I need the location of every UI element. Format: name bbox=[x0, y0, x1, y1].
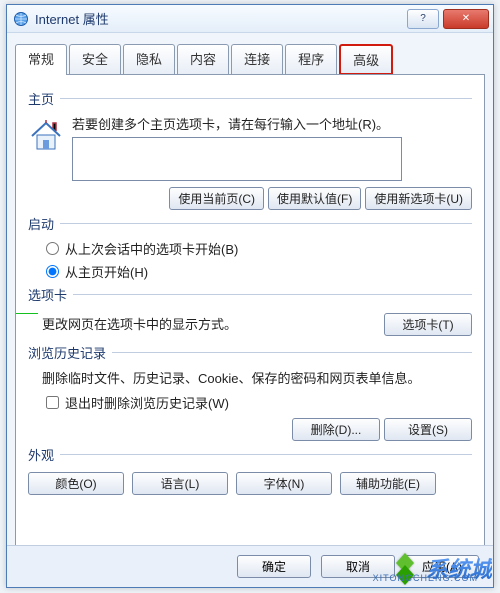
home-icon bbox=[28, 118, 64, 154]
use-newtab-button[interactable]: 使用新选项卡(U) bbox=[365, 187, 472, 210]
tab-connections[interactable]: 连接 bbox=[231, 44, 283, 75]
window-title: Internet 属性 bbox=[35, 9, 407, 28]
radio-last-session-label: 从上次会话中的选项卡开始(B) bbox=[65, 239, 238, 258]
tab-general[interactable]: 常规 bbox=[15, 44, 67, 75]
tabs-description: 更改网页在选项卡中的显示方式。 bbox=[42, 314, 384, 333]
tab-security[interactable]: 安全 bbox=[69, 44, 121, 75]
tab-panel-general: 主页 若要创建多个主页选项卡，请在每行输入一个地址(R)。 使用当前页(C) 使… bbox=[15, 74, 485, 560]
tab-programs[interactable]: 程序 bbox=[285, 44, 337, 75]
tab-strip: 常规 安全 隐私 内容 连接 程序 高级 bbox=[15, 43, 485, 74]
check-delete-on-exit-label: 退出时删除浏览历史记录(W) bbox=[65, 393, 229, 412]
dialog-window: Internet 属性 ? ✕ 常规 安全 隐私 内容 连接 程序 高级 主页 … bbox=[6, 4, 494, 588]
dialog-footer: 确定 取消 应用(A) bbox=[7, 545, 493, 587]
internet-options-icon bbox=[13, 11, 29, 27]
languages-button[interactable]: 语言(L) bbox=[132, 472, 228, 495]
divider bbox=[60, 223, 472, 224]
tab-privacy[interactable]: 隐私 bbox=[123, 44, 175, 75]
use-default-button[interactable]: 使用默认值(F) bbox=[268, 187, 361, 210]
group-appearance: 外观 bbox=[28, 445, 54, 464]
group-history: 浏览历史记录 bbox=[28, 343, 106, 362]
radio-home-page-label: 从主页开始(H) bbox=[65, 262, 148, 281]
history-description: 删除临时文件、历史记录、Cookie、保存的密码和网页表单信息。 bbox=[42, 368, 472, 387]
tab-content[interactable]: 内容 bbox=[177, 44, 229, 75]
group-tabs: 选项卡 bbox=[28, 285, 67, 304]
ok-button[interactable]: 确定 bbox=[237, 555, 311, 578]
colors-button[interactable]: 颜色(O) bbox=[28, 472, 124, 495]
divider bbox=[73, 294, 472, 295]
group-startup: 启动 bbox=[28, 214, 54, 233]
radio-last-session[interactable]: 从上次会话中的选项卡开始(B) bbox=[46, 239, 472, 258]
tab-advanced[interactable]: 高级 bbox=[339, 44, 393, 75]
apply-button[interactable]: 应用(A) bbox=[405, 555, 479, 578]
fonts-button[interactable]: 字体(N) bbox=[236, 472, 332, 495]
tabs-button[interactable]: 选项卡(T) bbox=[384, 313, 472, 336]
delete-button[interactable]: 删除(D)... bbox=[292, 418, 380, 441]
home-url-textarea[interactable] bbox=[72, 137, 402, 181]
divider bbox=[112, 352, 472, 353]
settings-button[interactable]: 设置(S) bbox=[384, 418, 472, 441]
cancel-button[interactable]: 取消 bbox=[321, 555, 395, 578]
divider bbox=[60, 454, 472, 455]
divider bbox=[60, 98, 472, 99]
titlebar: Internet 属性 ? ✕ bbox=[7, 5, 493, 33]
check-delete-on-exit[interactable]: 退出时删除浏览历史记录(W) bbox=[46, 393, 472, 412]
use-current-button[interactable]: 使用当前页(C) bbox=[169, 187, 264, 210]
close-button[interactable]: ✕ bbox=[443, 9, 489, 29]
home-intro: 若要创建多个主页选项卡，请在每行输入一个地址(R)。 bbox=[72, 114, 472, 133]
group-home: 主页 bbox=[28, 89, 54, 108]
help-button[interactable]: ? bbox=[407, 9, 439, 29]
radio-home-page[interactable]: 从主页开始(H) bbox=[46, 262, 472, 281]
accessibility-button[interactable]: 辅助功能(E) bbox=[340, 472, 436, 495]
stray-line bbox=[16, 313, 38, 314]
